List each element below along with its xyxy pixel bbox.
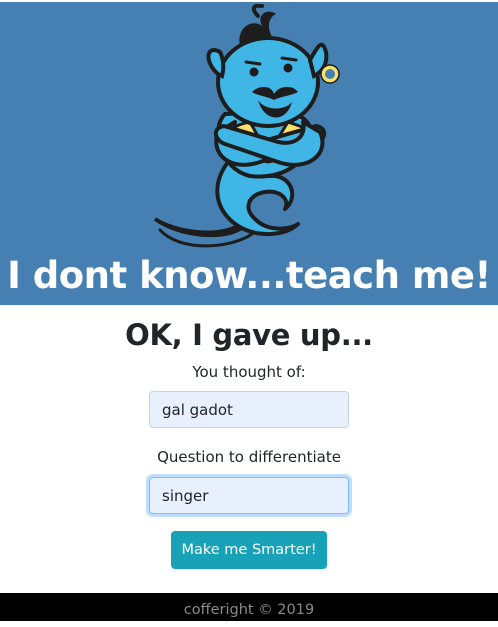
thought-of-input[interactable]: [149, 391, 349, 428]
question-label: Question to differentiate: [157, 448, 341, 466]
question-input[interactable]: [149, 477, 349, 514]
genie-mascot-icon: [153, 4, 340, 248]
page-heading: OK, I gave up...: [125, 318, 373, 352]
thought-of-label: You thought of:: [192, 363, 306, 381]
hero-title: I dont know...teach me!: [7, 254, 491, 297]
hero-banner: I dont know...teach me!: [0, 2, 498, 305]
make-me-smarter-button[interactable]: Make me Smarter!: [171, 531, 327, 569]
footer-copyright: cofferight © 2019: [0, 593, 498, 621]
